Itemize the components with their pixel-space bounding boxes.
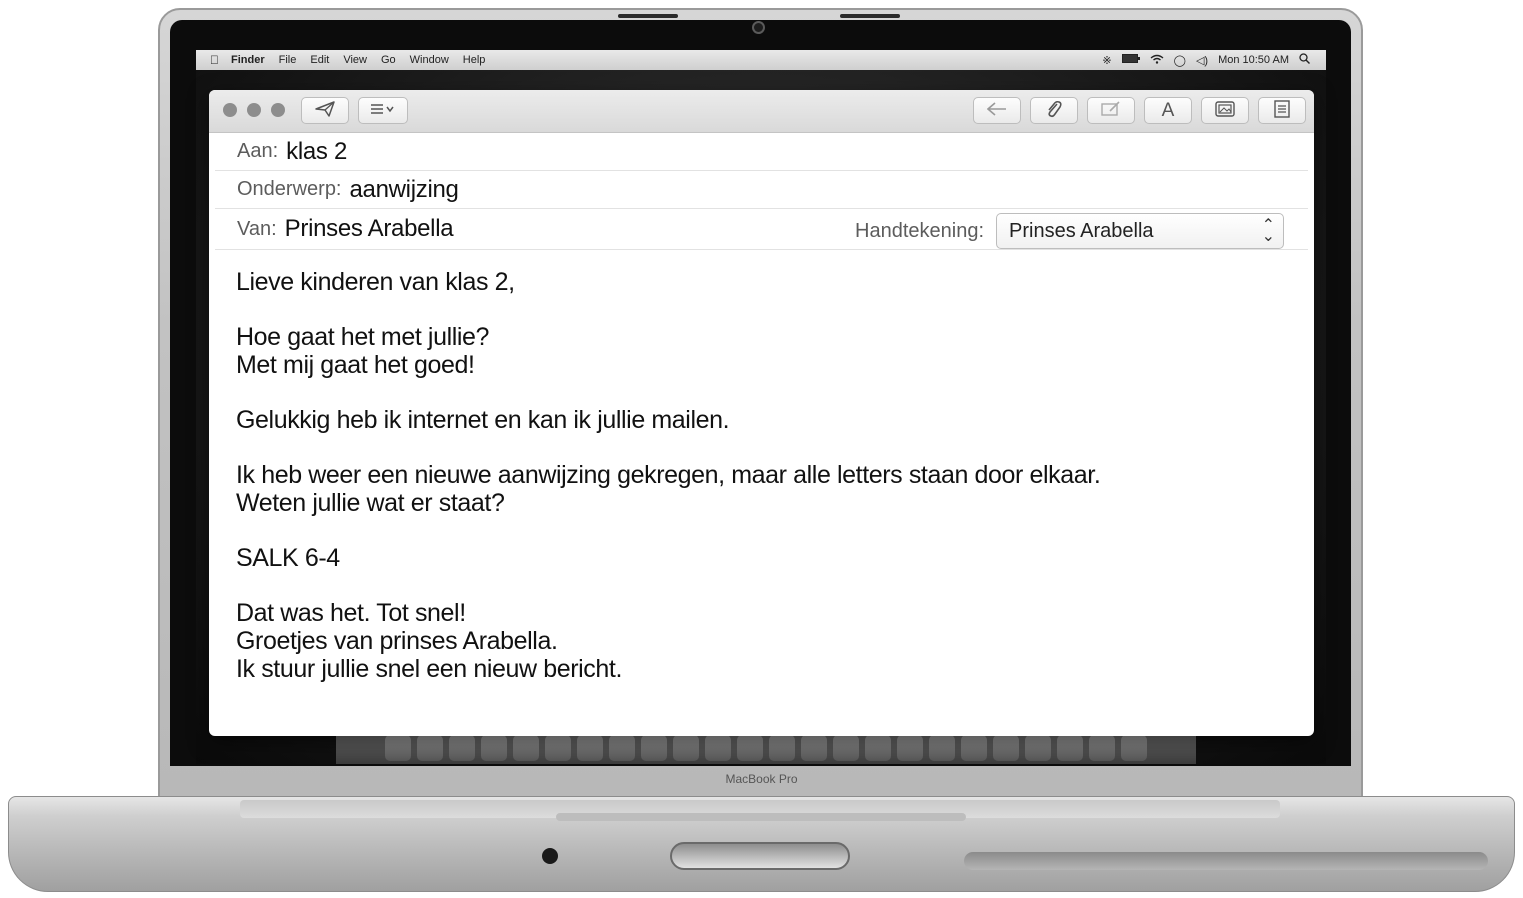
close-window-button[interactable] [223, 103, 237, 117]
signature-select-value: Prinses Arabella [1009, 219, 1154, 242]
signature-select[interactable]: Prinses Arabella ⌃ ⌄ [996, 213, 1284, 249]
dock-item[interactable] [833, 735, 859, 761]
signature-label: Handtekening: [855, 219, 984, 242]
message-body[interactable]: Lieve kinderen van klas 2, Hoe gaat het … [209, 250, 1314, 683]
latch-button[interactable] [670, 842, 850, 870]
body-line: Weten jullie wat er staat? [236, 489, 505, 517]
dock-item[interactable] [673, 735, 699, 761]
spotlight-icon[interactable] [1299, 53, 1310, 67]
dock-item[interactable] [1089, 735, 1115, 761]
to-field-row[interactable]: Aan: klas 2 [215, 133, 1308, 171]
dock-item[interactable] [993, 735, 1019, 761]
paperclip-icon [1046, 100, 1062, 122]
body-line: Hoe gaat het met jullie? [236, 323, 490, 351]
window-toolbar: A [209, 90, 1314, 133]
send-icon [315, 100, 335, 121]
send-button[interactable] [301, 97, 349, 124]
dock-item[interactable] [865, 735, 891, 761]
markup-button[interactable] [1087, 97, 1135, 124]
menu-help[interactable]: Help [463, 54, 486, 66]
dock-item[interactable] [769, 735, 795, 761]
dock-item[interactable] [961, 735, 987, 761]
trackpad-edge [556, 813, 966, 821]
photo-browser-button[interactable] [1201, 97, 1249, 124]
dock-item[interactable] [1025, 735, 1051, 761]
bezel-mark [618, 14, 678, 18]
dock-item[interactable] [641, 735, 667, 761]
menu-go[interactable]: Go [381, 54, 396, 66]
menu-view[interactable]: View [343, 54, 367, 66]
dock-item[interactable] [609, 735, 635, 761]
menu-finder[interactable]: Finder [231, 54, 265, 66]
menu-bar:  Finder File Edit View Go Window Help ※… [196, 50, 1326, 70]
dock-item[interactable] [577, 735, 603, 761]
dock-item[interactable] [481, 735, 507, 761]
signature-area: Handtekening: Prinses Arabella ⌃ ⌄ [855, 213, 1284, 249]
attach-button[interactable] [1030, 97, 1078, 124]
dock-item[interactable] [513, 735, 539, 761]
menu-file[interactable]: File [279, 54, 297, 66]
optical-drive-slot [964, 852, 1488, 870]
body-line: Met mij gaat het goed! [236, 351, 475, 379]
markup-icon [1101, 100, 1121, 121]
chevron-up-down-icon: ⌃ ⌄ [1261, 217, 1275, 245]
to-field[interactable]: klas 2 [286, 138, 347, 166]
wifi-icon[interactable] [1150, 54, 1164, 67]
body-line: Dat was het. Tot snel! [236, 599, 466, 627]
fonts-button[interactable]: A [1144, 97, 1192, 124]
body-line: Ik stuur jullie snel een nieuw bericht. [236, 655, 622, 683]
dock-item[interactable] [385, 735, 411, 761]
bluetooth-icon[interactable]: ※ [1102, 54, 1111, 67]
to-label: Aan: [237, 140, 279, 162]
dock-item[interactable] [545, 735, 571, 761]
time-machine-icon[interactable]: ◯ [1174, 54, 1186, 67]
dock-item[interactable] [449, 735, 475, 761]
from-field-row: Van: Prinses Arabella Handtekening: Prin… [215, 209, 1308, 250]
subject-field[interactable]: aanwijzing [350, 176, 459, 204]
dock-item[interactable] [417, 735, 443, 761]
body-line: Gelukkig heb ik internet en kan ik julli… [236, 406, 730, 434]
sleep-indicator-icon [542, 848, 558, 864]
code-line: SALK 6-4 [236, 544, 340, 572]
subject-field-row[interactable]: Onderwerp: aanwijzing [215, 171, 1308, 209]
bezel-mark [840, 14, 900, 18]
battery-icon[interactable] [1121, 54, 1140, 66]
body-line: Groetjes van prinses Arabella. [236, 627, 558, 655]
dock-item[interactable] [1121, 735, 1147, 761]
menu-edit[interactable]: Edit [310, 54, 329, 66]
from-field[interactable]: Prinses Arabella [285, 215, 454, 243]
menu-window[interactable]: Window [410, 54, 449, 66]
body-line: Lieve kinderen van klas 2, [236, 268, 515, 296]
dock-item[interactable] [1057, 735, 1083, 761]
apple-menu-icon[interactable]:  [210, 53, 219, 67]
header-fields-button[interactable] [358, 97, 408, 124]
reply-icon [986, 101, 1007, 120]
menu-clock[interactable]: Mon 10:50 AM [1218, 54, 1289, 66]
stationery-button[interactable] [1258, 97, 1306, 124]
dock-item[interactable] [737, 735, 763, 761]
dock-item[interactable] [705, 735, 731, 761]
dock-item[interactable] [897, 735, 923, 761]
mail-compose-window: A Aan: klas 2 Onderwerp: aanwijzing Van:… [209, 90, 1314, 736]
body-line: Ik heb weer een nieuwe aanwijzing gekreg… [236, 461, 1101, 489]
dock [336, 732, 1196, 764]
minimize-window-button[interactable] [247, 103, 261, 117]
model-label: MacBook Pro [725, 772, 798, 786]
font-icon: A [1161, 99, 1175, 121]
stationery-icon [1274, 99, 1290, 122]
dock-item[interactable] [929, 735, 955, 761]
dock-item[interactable] [801, 735, 827, 761]
volume-icon[interactable]: ◁) [1196, 54, 1208, 67]
camera-icon [752, 21, 765, 34]
reply-button[interactable] [973, 97, 1021, 124]
subject-label: Onderwerp: [237, 178, 342, 200]
from-label: Van: [237, 217, 277, 240]
zoom-window-button[interactable] [271, 103, 285, 117]
list-format-icon [370, 102, 396, 119]
photo-browser-icon [1215, 100, 1235, 121]
